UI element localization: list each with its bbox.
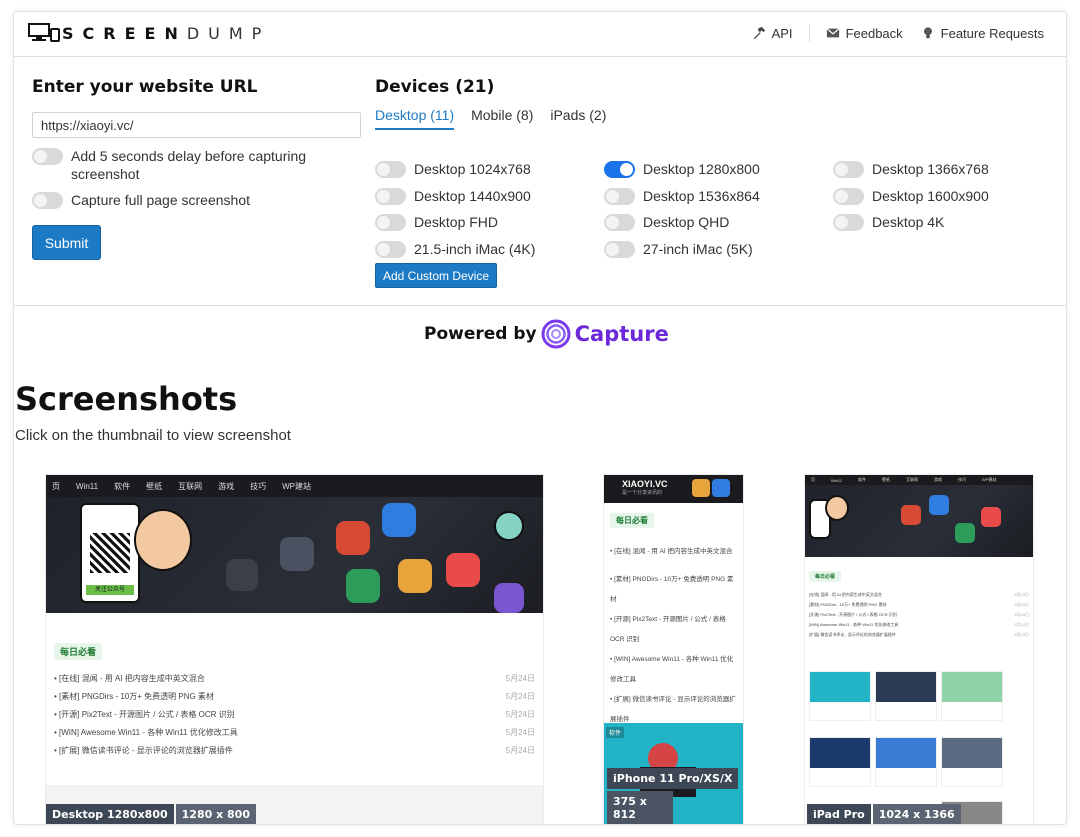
tab-desktop[interactable]: Desktop (11) bbox=[375, 107, 455, 130]
avatar bbox=[134, 509, 192, 571]
device-label: 27-inch iMac (5K) bbox=[643, 241, 753, 257]
device-tabs: Desktop (11) Mobile (8) iPads (2) bbox=[375, 107, 623, 130]
url-input[interactable] bbox=[32, 112, 361, 138]
lightbulb-icon bbox=[923, 27, 932, 39]
app-frame: SCREEN DUMP API Feedback Feature Requests… bbox=[13, 11, 1067, 825]
device-toggle[interactable] bbox=[375, 214, 406, 231]
powered-by-label: Powered by bbox=[424, 324, 537, 344]
site-hero-image bbox=[805, 485, 1033, 557]
powered-by[interactable]: Powered by Capture bbox=[424, 319, 669, 349]
site-topnav: 页 Win11 软件 壁纸 互联网 游戏 技巧 WP建站 bbox=[46, 475, 543, 497]
device-option[interactable]: Desktop FHD bbox=[375, 213, 498, 231]
url-heading: Enter your website URL bbox=[32, 77, 258, 97]
brand-name-bold: SCREEN bbox=[62, 23, 187, 43]
thumbnail-badge: iPad Pro 1024 x 1366 bbox=[807, 804, 961, 824]
devices-heading: Devices (21) bbox=[375, 77, 495, 97]
screenshots-heading: Screenshots bbox=[15, 380, 238, 418]
device-option[interactable]: Desktop 1366x768 bbox=[833, 160, 989, 178]
tab-mobile[interactable]: Mobile (8) bbox=[471, 107, 533, 130]
avatar bbox=[494, 511, 524, 541]
device-label: Desktop FHD bbox=[414, 214, 499, 230]
screenshot-thumbnail-iphone[interactable]: XIAOYI.VC 是一个分享资讯的 每日必看 • [在线] 混闻 - 用 AI… bbox=[603, 474, 744, 824]
add-custom-device-button[interactable]: Add Custom Device bbox=[375, 263, 497, 288]
device-toggle[interactable] bbox=[604, 241, 635, 258]
avatar bbox=[825, 495, 849, 521]
device-option[interactable]: 27-inch iMac (5K) bbox=[604, 240, 753, 258]
nav-feedback-link[interactable]: Feedback bbox=[826, 26, 903, 41]
screenshots-subtitle: Click on the thumbnail to view screensho… bbox=[15, 427, 291, 444]
nav-divider bbox=[808, 24, 810, 42]
device-option[interactable]: Desktop 1600x900 bbox=[833, 187, 989, 205]
device-toggle[interactable] bbox=[604, 161, 635, 178]
device-toggle[interactable] bbox=[375, 241, 406, 258]
site-topnav: 页 Win11 软件 壁纸 互联网 游戏 技巧 WP建站 bbox=[805, 475, 1033, 485]
tab-ipads[interactable]: iPads (2) bbox=[550, 107, 606, 130]
envelope-icon bbox=[826, 28, 840, 38]
nav-api-link[interactable]: API bbox=[752, 26, 793, 41]
nav-links: API Feedback Feature Requests bbox=[752, 24, 1044, 42]
device-option[interactable]: 21.5-inch iMac (4K) bbox=[375, 240, 535, 258]
device-label: Desktop QHD bbox=[643, 214, 730, 230]
capture-form-card: Enter your website URL Add 5 seconds del… bbox=[14, 57, 1066, 306]
navbar: SCREEN DUMP API Feedback Feature Requests bbox=[14, 12, 1066, 57]
site-news-list: 每日必看 • [在线] 混闻 - 用 AI 把内容生成中英文混合 • [素材] … bbox=[604, 503, 743, 740]
site-hero-image: 关注公众号 bbox=[46, 497, 543, 613]
device-toggle[interactable] bbox=[375, 188, 406, 205]
device-toggle[interactable] bbox=[604, 214, 635, 231]
capture-brand-name: Capture bbox=[574, 322, 669, 346]
device-option[interactable]: Desktop 1536x864 bbox=[604, 187, 760, 205]
site-mobile-header: XIAOYI.VC 是一个分享资讯的 bbox=[604, 475, 743, 503]
fullpage-toggle[interactable] bbox=[32, 192, 63, 209]
nav-feedback-label: Feedback bbox=[845, 25, 903, 41]
thumbnail-badge: iPhone 11 Pro/XS/X 375 x 812 bbox=[607, 768, 739, 824]
device-option[interactable]: Desktop 1440x900 bbox=[375, 187, 531, 205]
submit-button[interactable]: Submit bbox=[32, 225, 101, 260]
device-label: Desktop 1280x800 bbox=[643, 161, 760, 177]
site-news-list: 每日必看 [在线] 混闻 - 用 AI 把内容生成中英文混合 5月24日 [素材]… bbox=[805, 557, 1033, 646]
delay-option[interactable]: Add 5 seconds delay before capturing scr… bbox=[32, 147, 321, 183]
brand-name-light: DUMP bbox=[186, 23, 271, 43]
qr-code-panel: 关注公众号 bbox=[80, 503, 140, 603]
site-news-list: 每日必看 • [在线] 混闻 - 用 AI 把内容生成中英文混合 5月24日 • … bbox=[46, 613, 543, 773]
nav-feature-requests-label: Feature Requests bbox=[940, 25, 1044, 41]
fullpage-label: Capture full page screenshot bbox=[71, 192, 250, 208]
capture-logo-icon bbox=[541, 319, 571, 349]
screenshot-thumbnail-desktop[interactable]: 页 Win11 软件 壁纸 互联网 游戏 技巧 WP建站 关注公众号 每日必看 • [在线] … bbox=[45, 474, 544, 824]
device-option[interactable]: Desktop QHD bbox=[604, 213, 729, 231]
device-label: Desktop 1600x900 bbox=[872, 188, 989, 204]
device-toggle[interactable] bbox=[375, 161, 406, 178]
device-option[interactable]: Desktop 4K bbox=[833, 213, 944, 231]
device-label: Desktop 1024x768 bbox=[414, 161, 531, 177]
device-toggle[interactable] bbox=[833, 161, 864, 178]
fullpage-option[interactable]: Capture full page screenshot bbox=[32, 191, 250, 209]
device-label: 21.5-inch iMac (4K) bbox=[414, 241, 536, 257]
device-toggle[interactable] bbox=[833, 188, 864, 205]
nav-api-label: API bbox=[771, 25, 793, 41]
hammer-icon bbox=[753, 26, 765, 40]
brand-logo[interactable]: SCREEN DUMP bbox=[28, 23, 270, 43]
device-toggle[interactable] bbox=[604, 188, 635, 205]
device-label: Desktop 4K bbox=[872, 214, 945, 230]
monitor-icon bbox=[28, 23, 60, 42]
device-label: Desktop 1440x900 bbox=[414, 188, 531, 204]
thumbnail-badge: Desktop 1280x800 1280 x 800 bbox=[46, 804, 256, 824]
screenshot-thumbnail-ipad[interactable]: 页 Win11 软件 壁纸 互联网 游戏 技巧 WP建站 每日必看 [在线] 混闻 - 用 A… bbox=[804, 474, 1034, 824]
device-label: Desktop 1536x864 bbox=[643, 188, 760, 204]
device-option[interactable]: Desktop 1024x768 bbox=[375, 160, 531, 178]
device-toggle[interactable] bbox=[833, 214, 864, 231]
delay-label: Add 5 seconds delay before capturing scr… bbox=[71, 148, 307, 182]
delay-toggle[interactable] bbox=[32, 148, 63, 165]
device-label: Desktop 1366x768 bbox=[872, 161, 989, 177]
nav-feature-requests-link[interactable]: Feature Requests bbox=[921, 26, 1044, 41]
device-option[interactable]: Desktop 1280x800 bbox=[604, 160, 760, 178]
